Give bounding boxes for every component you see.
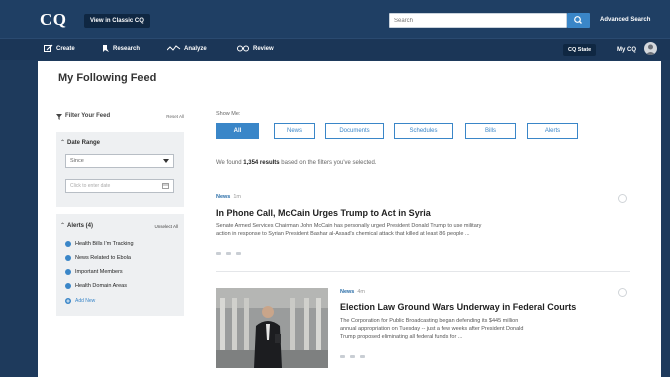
save-article-icon[interactable] (618, 288, 627, 297)
nav-research-label: Research (113, 45, 141, 52)
alert-item-label: News Related to Ebola (75, 255, 131, 261)
share-icon[interactable] (340, 355, 345, 358)
cq-state-button[interactable]: CQ State (563, 44, 597, 56)
avatar[interactable] (644, 42, 657, 55)
filter-all-button[interactable]: All (216, 123, 259, 139)
caret-down-icon (163, 159, 169, 163)
article-photo[interactable] (216, 288, 328, 368)
alerts-panel: ⌃ Alerts (4) Unselect All Health Bills I… (56, 214, 184, 316)
checked-dot-icon (65, 269, 71, 275)
research-icon (103, 45, 109, 52)
advanced-search-link[interactable]: Advanced Search (600, 17, 650, 23)
article-tag-label: News (340, 289, 355, 295)
article-summary-line: Senate Armed Services Chairman John McCa… (216, 223, 482, 229)
article-summary-line: action in response to Syrian President B… (216, 231, 470, 237)
article-title[interactable]: Election Law Ground Wars Underway in Fed… (340, 302, 576, 312)
results-prefix: We found (216, 160, 244, 166)
date-input[interactable]: Click to enter date (65, 179, 174, 193)
review-icon (237, 45, 249, 52)
cq-logo[interactable]: CQ (40, 10, 67, 30)
article-time: 1m (233, 194, 242, 200)
alert-item[interactable]: Important Members (65, 269, 123, 275)
search-button[interactable] (567, 13, 590, 28)
alert-item-label: Health Domain Areas (75, 283, 127, 289)
nav-analyze-label: Analyze (184, 45, 207, 52)
search-icon (574, 16, 582, 24)
date-range-panel: ⌃ Date Range Since Click to enter date (56, 132, 184, 207)
filter-schedules-button[interactable]: Schedules (394, 123, 453, 139)
alerts-title[interactable]: Alerts (4) (67, 223, 93, 229)
user-avatar-icon (645, 44, 656, 55)
nav-review-label: Review (253, 45, 274, 52)
filter-icon (56, 114, 62, 120)
top-header: CQ View in Classic CQ Advanced Search (0, 0, 670, 38)
nav-research[interactable]: Research (101, 44, 140, 53)
article-tag-label: News (216, 194, 231, 200)
show-me-label: Show Me: (216, 111, 241, 117)
save-article-icon[interactable] (618, 194, 627, 203)
print-icon[interactable] (236, 252, 241, 255)
email-icon[interactable] (226, 252, 231, 255)
checked-dot-icon (65, 283, 71, 289)
nav-create[interactable]: Create (44, 44, 75, 53)
page-title: My Following Feed (58, 72, 157, 84)
alert-item[interactable]: News Related to Ebola (65, 255, 131, 261)
date-range-title[interactable]: Date Range (67, 140, 100, 146)
results-suffix: based on the filters you've selected. (279, 160, 377, 166)
article-time: 4m (357, 289, 366, 295)
content-panel: My Following Feed Filter Your Feed Reset… (38, 61, 661, 377)
filter-bills-button[interactable]: Bills (465, 123, 516, 139)
alert-item[interactable]: Health Bills I'm Tracking (65, 241, 134, 247)
results-count: 1,354 results (243, 160, 280, 166)
filter-title: Filter Your Feed (65, 113, 111, 119)
checked-dot-icon (65, 241, 71, 247)
add-new-alert-link[interactable]: Add New (65, 298, 95, 304)
view-classic-button[interactable]: View in Classic CQ (84, 14, 150, 28)
main-nav: Create Research Analyze Review CQ State … (0, 38, 670, 60)
analyze-icon (167, 45, 181, 51)
date-range-select[interactable]: Since (65, 154, 174, 168)
checked-dot-icon (65, 255, 71, 261)
alert-item-label: Health Bills I'm Tracking (75, 241, 134, 247)
chevron-up-icon[interactable]: ⌃ (60, 222, 65, 229)
article-summary-line: The Corporation for Public Broadcasting … (340, 318, 519, 324)
article-tag[interactable]: News 4m (340, 289, 365, 295)
article-tag[interactable]: News 1m (216, 194, 241, 200)
nav-review[interactable]: Review (236, 44, 274, 53)
article-tools (340, 355, 365, 358)
search-input[interactable] (389, 13, 567, 28)
results-summary: We found 1,354 results based on the filt… (216, 160, 376, 166)
article-summary: The Corporation for Public Broadcasting … (340, 317, 523, 341)
alert-item[interactable]: Health Domain Areas (65, 283, 127, 289)
email-icon[interactable] (350, 355, 355, 358)
print-icon[interactable] (360, 355, 365, 358)
plus-circle-icon (65, 298, 71, 304)
filter-header: Filter Your Feed Reset All (56, 113, 184, 123)
chevron-up-icon[interactable]: ⌃ (60, 139, 65, 146)
reset-all-link[interactable]: Reset All (166, 114, 184, 119)
add-new-label: Add New (75, 298, 96, 304)
article-divider (216, 271, 630, 272)
calendar-icon[interactable] (162, 183, 169, 189)
unselect-all-link[interactable]: Unselect All (154, 224, 178, 229)
alert-item-label: Important Members (75, 269, 123, 275)
date-range-select-value: Since (70, 158, 84, 164)
edit-icon (44, 44, 53, 52)
article-summary-line: Trump proposed eliminating all federal f… (340, 334, 463, 340)
article-summary-line: annual appropriation on Tuesday -- just … (340, 326, 524, 332)
article-summary: Senate Armed Services Chairman John McCa… (216, 222, 481, 238)
date-input-placeholder: Click to enter date (70, 183, 111, 189)
share-icon[interactable] (216, 252, 221, 255)
filter-news-button[interactable]: News (274, 123, 315, 139)
my-cq-menu[interactable]: My CQ (617, 47, 636, 53)
article-title[interactable]: In Phone Call, McCain Urges Trump to Act… (216, 208, 431, 218)
article-tools (216, 252, 241, 255)
nav-analyze[interactable]: Analyze (167, 44, 207, 53)
filter-alerts-button[interactable]: Alerts (527, 123, 578, 139)
capitol-photo-image (216, 288, 328, 368)
nav-create-label: Create (56, 45, 75, 52)
filter-documents-button[interactable]: Documents (325, 123, 384, 139)
